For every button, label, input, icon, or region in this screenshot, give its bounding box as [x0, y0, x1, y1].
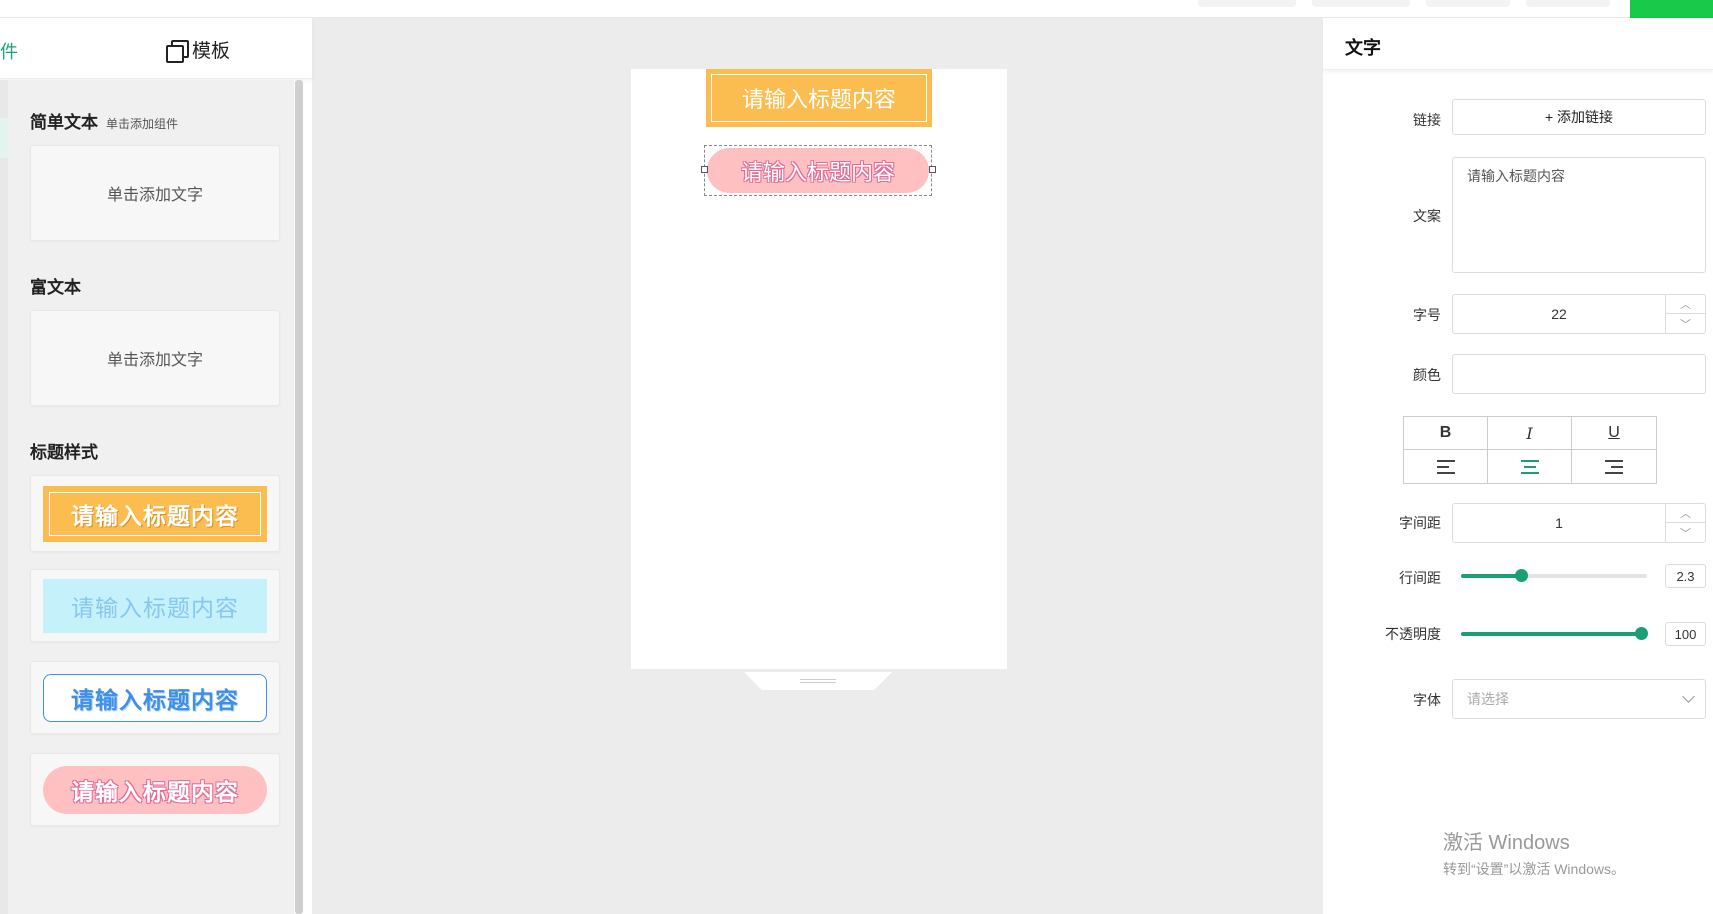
section-subtitle: 单击添加组件	[106, 117, 179, 131]
toolbar-button[interactable]	[1198, 0, 1296, 7]
canvas-title-text: 请输入标题内容	[711, 74, 927, 122]
opacity-slider[interactable]	[1461, 627, 1648, 640]
chevron-up-icon[interactable]: ︿	[1666, 295, 1705, 314]
side-rail-highlight	[0, 118, 8, 158]
align-left-icon	[1436, 459, 1455, 474]
underline-button[interactable]: U	[1572, 417, 1656, 450]
line-height-slider[interactable]	[1461, 569, 1647, 582]
color-picker[interactable]	[1452, 354, 1706, 394]
letter-spacing-stepper[interactable]: 1 ︿ ﹀	[1452, 503, 1706, 543]
title-style-card-2[interactable]: 请输入标题内容	[30, 569, 280, 642]
title-style-card-3[interactable]: 请输入标题内容	[30, 661, 280, 734]
properties-panel: 文字 链接 + 添加链接 文案 请输入标题内容 字号 22 ︿ ﹀ 颜色 B I…	[1323, 18, 1713, 914]
toolbar-button[interactable]	[1426, 0, 1510, 7]
slider-knob[interactable]	[1515, 569, 1528, 582]
card-label: 单击添加文字	[106, 187, 203, 204]
card-label: 单击添加文字	[106, 352, 203, 369]
rich-text-card[interactable]: 单击添加文字	[30, 310, 280, 406]
title-style-preview: 请输入标题内容	[43, 673, 267, 722]
opacity-value[interactable]: 100	[1665, 622, 1706, 646]
panel-tabs: 件 模板	[0, 18, 312, 79]
copy-textarea[interactable]: 请输入标题内容	[1452, 157, 1706, 273]
tab-components[interactable]: 件	[0, 38, 18, 64]
font-size-label: 字号	[1413, 307, 1441, 323]
align-right-button[interactable]	[1572, 450, 1656, 483]
align-right-icon	[1605, 459, 1623, 474]
section-title-rich: 富文本	[30, 278, 81, 297]
underline-icon: U	[1608, 424, 1620, 441]
align-center-button[interactable]	[1488, 450, 1572, 483]
slider-fill	[1461, 574, 1521, 578]
scrollbar[interactable]	[295, 80, 303, 914]
format-toolbar: B I U	[1403, 416, 1657, 484]
chevron-down-icon[interactable]: ﹀	[1666, 314, 1705, 333]
title-style-text: 请输入标题内容	[49, 491, 261, 536]
section-title-text: 简单文本	[30, 113, 98, 132]
add-link-button[interactable]: + 添加链接	[1452, 99, 1706, 135]
component-list: 简单文本 单击添加组件 单击添加文字 富文本 单击添加文字 标题样式 请输入标题内…	[8, 80, 294, 914]
copy-label: 文案	[1413, 208, 1441, 224]
tab-template[interactable]: 模板	[166, 36, 230, 63]
bold-button[interactable]: B	[1404, 417, 1488, 450]
properties-header: 文字	[1323, 18, 1713, 70]
slider-fill	[1461, 632, 1647, 636]
chevron-down-icon	[1682, 690, 1695, 703]
italic-button[interactable]: I	[1488, 417, 1572, 450]
stepper-arrows[interactable]: ︿ ﹀	[1665, 295, 1705, 333]
section-title-simple: 简单文本 单击添加组件	[30, 108, 178, 133]
color-label: 颜色	[1413, 367, 1441, 383]
section-title-title-styles: 标题样式	[30, 443, 98, 462]
watermark-line-2: 转到“设置”以激活 Windows。	[1443, 861, 1626, 877]
align-center-icon	[1520, 459, 1539, 474]
canvas-title-text: 请输入标题内容	[707, 148, 929, 193]
select-placeholder: 请选择	[1467, 691, 1509, 707]
watermark-line-1: 激活 Windows	[1443, 832, 1570, 854]
slider-knob[interactable]	[1635, 627, 1648, 640]
title-style-card-1[interactable]: 请输入标题内容	[30, 475, 280, 552]
align-left-button[interactable]	[1404, 450, 1488, 483]
windows-watermark: 激活 Windows 转到“设置”以激活 Windows。	[1443, 826, 1625, 879]
canvas-title-2-selected[interactable]: 请输入标题内容	[704, 145, 932, 196]
title-style-preview: 请输入标题内容	[43, 578, 267, 633]
opacity-label: 不透明度	[1385, 626, 1441, 642]
stepper-arrows[interactable]: ︿ ﹀	[1665, 504, 1705, 542]
toolbar-button[interactable]	[1526, 0, 1610, 7]
grip-icon	[800, 679, 836, 683]
simple-text-card[interactable]: 单击添加文字	[30, 145, 280, 241]
side-rail	[0, 80, 8, 914]
title-style-card-4[interactable]: 请输入标题内容	[30, 753, 280, 826]
letter-spacing-label: 字间距	[1399, 515, 1441, 531]
chevron-up-icon[interactable]: ︿	[1666, 504, 1705, 523]
canvas-title-1[interactable]: 请输入标题内容	[706, 69, 932, 127]
chevron-down-icon[interactable]: ﹀	[1666, 523, 1705, 542]
panel-title: 文字	[1345, 38, 1381, 58]
line-height-value[interactable]: 2.3	[1665, 564, 1706, 588]
font-size-value: 22	[1551, 306, 1567, 322]
tab-template-label: 模板	[192, 41, 231, 62]
canvas-resize-handle[interactable]	[744, 672, 892, 690]
line-height-label: 行间距	[1399, 570, 1441, 586]
title-style-preview: 请输入标题内容	[43, 485, 267, 542]
font-size-stepper[interactable]: 22 ︿ ﹀	[1452, 294, 1706, 334]
title-style-preview: 请输入标题内容	[43, 765, 267, 814]
top-bar	[0, 0, 1713, 18]
italic-icon: I	[1526, 423, 1533, 443]
resize-handle-left[interactable]	[701, 166, 708, 173]
template-icon	[166, 39, 189, 63]
publish-button[interactable]	[1630, 0, 1713, 18]
component-panel: 件 模板 简单文本 单击添加组件 单击添加文字 富文本 单击添加文字 标题样式 请…	[0, 18, 312, 914]
bold-icon: B	[1439, 424, 1452, 441]
font-family-label: 字体	[1413, 692, 1441, 708]
letter-spacing-value: 1	[1555, 515, 1563, 531]
toolbar-button[interactable]	[1312, 0, 1410, 7]
resize-handle-right[interactable]	[929, 166, 936, 173]
link-label: 链接	[1413, 112, 1441, 128]
font-family-select[interactable]: 请选择	[1452, 679, 1706, 719]
